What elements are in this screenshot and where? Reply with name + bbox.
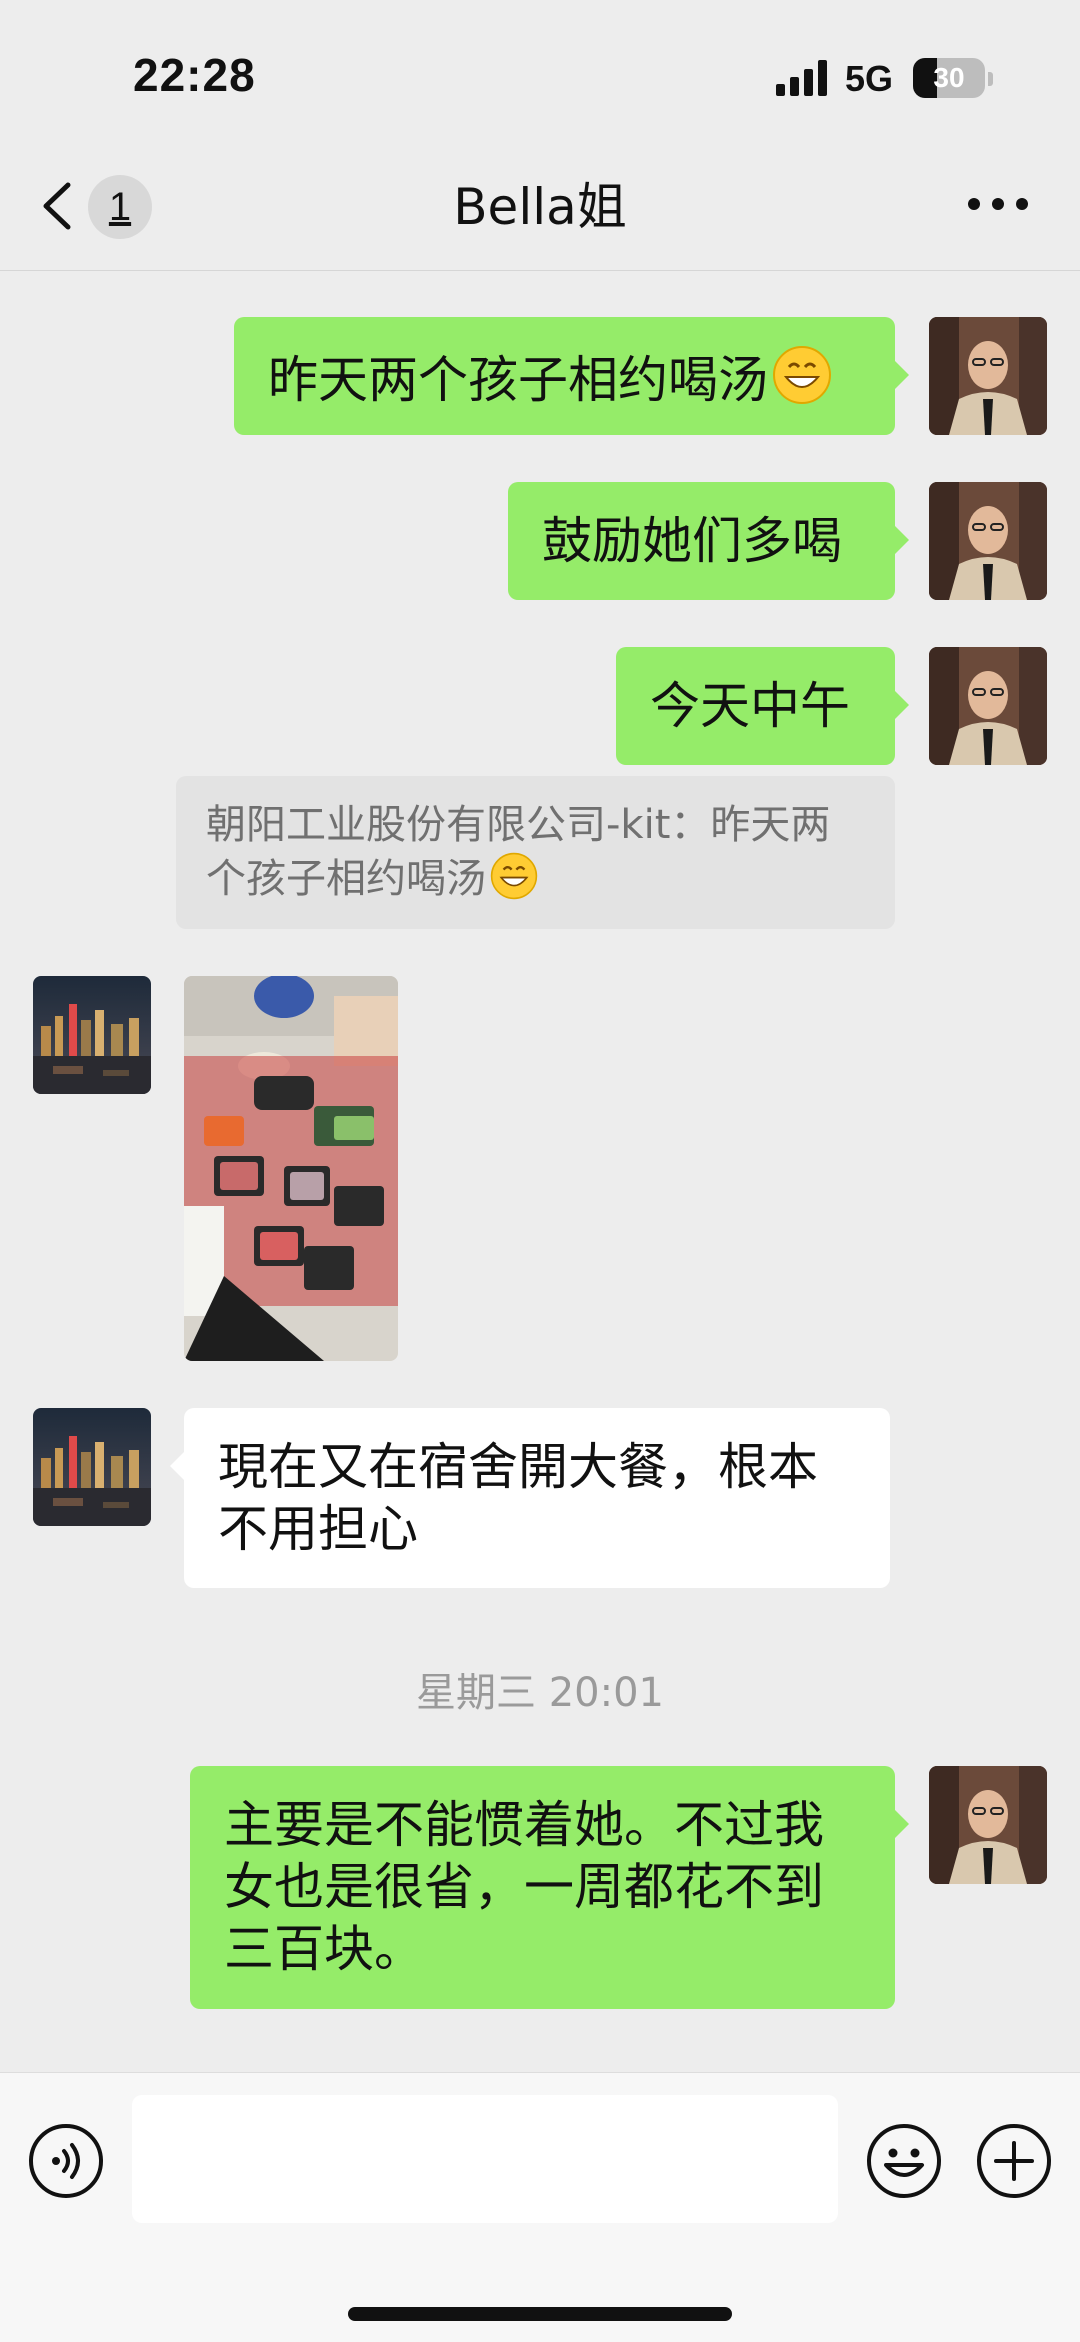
my-avatar[interactable] [929,317,1047,435]
voice-input-icon[interactable] [28,2123,104,2199]
more-options-icon[interactable] [968,198,1028,214]
home-indicator[interactable] [348,2307,732,2321]
contact-avatar[interactable] [33,976,151,1094]
message-bubble-sent[interactable]: 主要是不能惯着她。不过我女也是很省，一周都花不到三百块。 [190,1766,909,2009]
status-bar: 22:28 5G 30 [0,0,1080,140]
battery-tip [988,72,993,86]
more-actions-plus-icon[interactable] [976,2123,1052,2199]
message-text: 今天中午 [650,677,850,735]
battery-level: 30 [933,62,965,93]
message-composer [0,2072,1080,2342]
back-chevron-icon[interactable] [40,181,74,231]
emoji-picker-icon[interactable] [866,2123,942,2199]
message-text: 主要是不能惯着她。不过我女也是很省，一周都花不到三百块。 [224,1796,824,1978]
my-avatar[interactable] [929,482,1047,600]
message-bubble-sent[interactable]: 昨天两个孩子相约喝汤 [234,317,909,435]
grinning-face-emoji-icon [773,346,831,404]
unread-count-badge[interactable]: 1 [88,175,152,239]
message-text: 鼓励她们多喝 [542,512,842,570]
battery-icon: 30 [913,58,985,98]
message-bubble-sent[interactable]: 鼓励她们多喝 [508,482,909,600]
message-bubble-received[interactable]: 現在又在宿舍開大餐，根本不用担心 [170,1408,890,1588]
my-avatar[interactable] [929,1766,1047,1884]
message-input[interactable] [132,2095,838,2223]
quoted-message[interactable]: 朝阳工业股份有限公司-kit：昨天两个孩子相约喝汤 [176,776,895,929]
chat-header: 1 Bella姐 [0,140,1080,271]
my-avatar[interactable] [929,647,1047,765]
contact-avatar[interactable] [33,1408,151,1526]
message-text: 昨天两个孩子相约喝汤 [268,351,768,409]
grinning-face-emoji-icon [490,852,538,900]
status-time: 22:28 [133,49,256,101]
photo-hotpot-food-on-floor-icon[interactable] [184,976,398,1361]
message-text: 現在又在宿舍開大餐，根本不用担心 [218,1438,818,1558]
network-type: 5G [845,58,894,99]
chat-title: Bella姐 [453,178,627,236]
message-bubble-sent[interactable]: 今天中午 [616,647,909,765]
cellular-signal-icon [776,60,827,96]
chat-timestamp: 星期三 20:01 [416,1670,664,1716]
